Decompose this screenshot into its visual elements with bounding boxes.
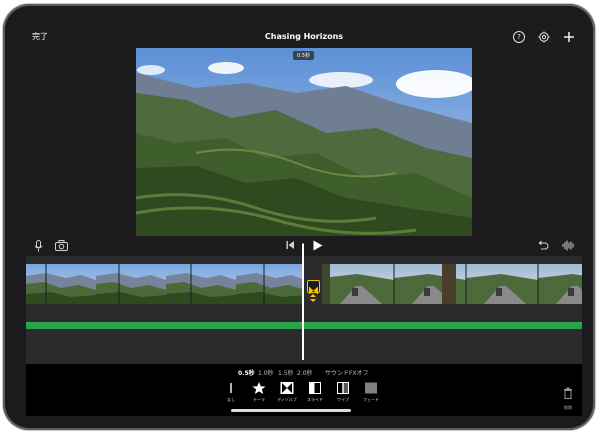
transition-duration-badge: 0.5秒 xyxy=(293,51,314,60)
camera-icon[interactable] xyxy=(55,240,68,251)
slide-icon xyxy=(309,382,321,394)
transition-option-theme[interactable]: テーマ xyxy=(246,381,272,403)
transition-option-slide[interactable]: スライド xyxy=(302,381,328,403)
project-title: Chasing Horizons xyxy=(264,32,344,41)
audio-track[interactable] xyxy=(26,322,582,329)
sound-fx-toggle[interactable]: サウンドFXオフ xyxy=(325,368,369,377)
transition-option-wipe[interactable]: ワイプ xyxy=(330,381,356,403)
transition-option-label: テーマ xyxy=(253,397,265,402)
undo-icon[interactable] xyxy=(538,240,549,251)
transition-option-label: ディゾルブ xyxy=(277,397,297,402)
audio-waveform-icon[interactable] xyxy=(562,240,575,251)
transition-option-label: スライド xyxy=(307,397,323,402)
fade-icon xyxy=(365,382,377,394)
transition-option-none[interactable]: なし xyxy=(218,381,244,403)
duration-option-1-5[interactable]: 1.5秒 xyxy=(278,368,294,377)
delete-label: 削除 xyxy=(564,405,572,410)
transition-option-dissolve[interactable]: ディゾルブ xyxy=(274,381,300,403)
video-clip-road[interactable] xyxy=(322,264,582,304)
none-icon xyxy=(230,383,232,393)
trim-arrows-icon[interactable] xyxy=(309,293,317,303)
transition-handle-button[interactable] xyxy=(307,280,320,294)
duration-option-2-0[interactable]: 2.0秒 xyxy=(297,368,313,377)
playhead-marker xyxy=(297,238,309,244)
gear-icon[interactable] xyxy=(538,31,550,43)
playhead[interactable] xyxy=(302,238,304,360)
imovie-screen: 完了 Chasing Horizons ? 0.5秒 0.5秒 1.0秒 1.5… xyxy=(26,26,582,416)
video-clip-mountains[interactable] xyxy=(26,264,302,304)
transition-option-label: フェード xyxy=(363,397,379,402)
transition-option-label: なし xyxy=(227,397,235,402)
star-icon xyxy=(252,382,266,394)
transition-option-label: ワイプ xyxy=(337,397,349,402)
duration-option-1-0[interactable]: 1.0秒 xyxy=(258,368,274,377)
trash-icon xyxy=(564,387,572,399)
home-indicator[interactable] xyxy=(231,409,351,412)
ipad-frame: 完了 Chasing Horizons ? 0.5秒 0.5秒 1.0秒 1.5… xyxy=(3,4,595,430)
transition-option-fade[interactable]: フェード xyxy=(358,381,384,403)
microphone-icon[interactable] xyxy=(34,240,43,252)
duration-option-0-5[interactable]: 0.5秒 xyxy=(238,368,255,377)
wipe-icon xyxy=(337,382,349,394)
delete-button[interactable]: 削除 xyxy=(560,384,576,411)
dissolve-icon xyxy=(280,382,294,394)
video-preview xyxy=(136,48,472,236)
plus-icon[interactable] xyxy=(563,31,575,43)
skip-to-start-icon[interactable] xyxy=(286,240,295,250)
play-icon[interactable] xyxy=(313,240,323,251)
top-bar: 完了 Chasing Horizons ? xyxy=(26,26,582,48)
help-icon[interactable]: ? xyxy=(513,31,525,43)
